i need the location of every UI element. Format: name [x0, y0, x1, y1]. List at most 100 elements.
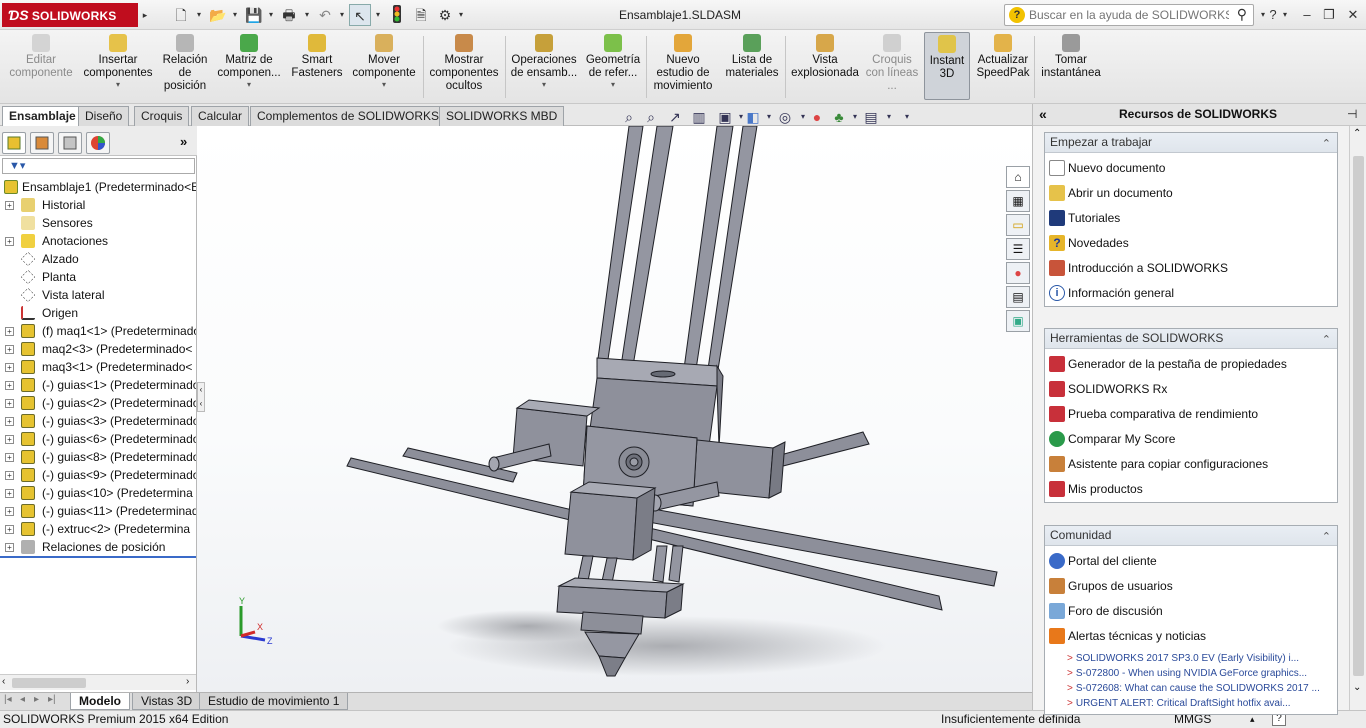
exploded-view-button[interactable]: Vista explosionada [788, 34, 862, 100]
expand-icon[interactable]: + [5, 345, 14, 354]
appearances-tab-icon[interactable]: ● [1006, 262, 1030, 284]
tab-mbd[interactable]: SOLIDWORKS MBD [439, 106, 565, 126]
insert-components-button[interactable]: Insertar componentes ▾ [80, 34, 156, 100]
expand-icon[interactable]: + [5, 381, 14, 390]
section-view-icon[interactable]: ▥ [690, 108, 708, 126]
link-introduction[interactable]: Introducción a SOLIDWORKS [1049, 257, 1334, 279]
help-search-input[interactable] [1029, 7, 1229, 23]
tree-node[interactable]: Vista lateral [0, 286, 196, 304]
tree-node[interactable]: + (-) guias<1> (Predeterminado [0, 376, 196, 394]
next-tab-icon[interactable]: ▸ [34, 694, 39, 705]
open-dropdown-icon[interactable]: ▾ [230, 4, 240, 26]
panel-header[interactable]: Comunidad ⌃ [1045, 526, 1337, 546]
tree-node[interactable]: + Relaciones de posición [0, 538, 196, 556]
tree-node[interactable]: + (-) guias<8> (Predeterminado [0, 448, 196, 466]
expand-icon[interactable]: + [5, 489, 14, 498]
solidworks-forum-tab-icon[interactable]: ▣ [1006, 310, 1030, 332]
tree-node[interactable]: Planta [0, 268, 196, 286]
view-palette-tab-icon[interactable]: ☰ [1006, 238, 1030, 260]
tree-node[interactable]: + (-) guias<11> (Predeterminado [0, 502, 196, 520]
panel-header[interactable]: Herramientas de SOLIDWORKS ⌃ [1045, 329, 1337, 349]
select-icon[interactable]: ↖ [349, 4, 371, 26]
link-tech-alerts[interactable]: Alertas técnicas y noticias [1049, 625, 1334, 647]
search-icon[interactable]: ⚲ [1237, 6, 1247, 23]
reference-geometry-button[interactable]: Geometría de refer... ▾ [582, 34, 644, 100]
news-link[interactable]: > S-072608: What can cause the SOLIDWORKS… [1067, 681, 1320, 696]
mate-button[interactable]: Relación de posición [158, 34, 212, 100]
news-link[interactable]: > S-072800 - When using NVIDIA GeForce gr… [1067, 666, 1307, 681]
tree-node[interactable]: + (-) extruc<2> (Predetermina [0, 520, 196, 538]
appearance-icon[interactable]: ● [808, 108, 826, 126]
new-dropdown-icon[interactable]: ▾ [194, 4, 204, 26]
resources-tab-icon[interactable]: ⌂ [1006, 166, 1030, 188]
expand-icon[interactable]: + [5, 525, 14, 534]
expand-icon[interactable]: + [5, 507, 14, 516]
feature-manager-tab[interactable] [2, 132, 26, 154]
component-pattern-button[interactable]: Matriz de componen... ▾ [214, 34, 284, 100]
link-compare-score[interactable]: Comparar My Score [1049, 428, 1334, 450]
undo-dropdown-icon[interactable]: ▾ [337, 4, 347, 26]
scroll-right-icon[interactable]: › [186, 676, 189, 687]
help-dropdown-icon[interactable]: ▾ [1280, 5, 1290, 25]
minimize-icon[interactable]: – [1296, 5, 1318, 25]
options-icon[interactable]: ⚙ [434, 4, 456, 26]
assembly-model[interactable]: Y Z X [197, 126, 1032, 692]
link-tutorials[interactable]: Tutoriales [1049, 207, 1334, 229]
link-open-document[interactable]: Abrir un documento [1049, 182, 1334, 204]
explode-line-sketch-button[interactable]: Croquis con líneas ... [864, 34, 920, 100]
restore-icon[interactable]: ❐ [1318, 5, 1340, 25]
view-settings-icon[interactable]: ▤ [862, 108, 880, 126]
link-solidworks-rx[interactable]: SOLIDWORKS Rx [1049, 378, 1334, 400]
tree-node[interactable]: + (-) guias<9> (Predeterminado [0, 466, 196, 484]
link-new-document[interactable]: Nuevo documento [1049, 157, 1334, 179]
tree-node[interactable]: + maq3<1> (Predeterminado< [0, 358, 196, 376]
scroll-thumb[interactable] [12, 678, 86, 688]
tree-node[interactable]: + Historial [0, 196, 196, 214]
help-search[interactable]: ? ⚲ [1004, 4, 1254, 26]
edit-component-button[interactable]: Editar componente [4, 34, 78, 100]
expand-icon[interactable]: + [5, 201, 14, 210]
link-benchmark[interactable]: Prueba comparativa de rendimiento [1049, 403, 1334, 425]
tree-node[interactable]: + (-) guias<2> (Predeterminado [0, 394, 196, 412]
rebuild-icon[interactable] [387, 4, 407, 26]
update-speedpak-button[interactable]: Actualizar SpeedPak [974, 34, 1032, 100]
link-property-tab-builder[interactable]: Generador de la pestaña de propiedades [1049, 353, 1334, 375]
expand-icon[interactable]: + [5, 399, 14, 408]
collapse-icon[interactable]: ⌃ [1322, 331, 1331, 350]
tree-node[interactable]: + Anotaciones [0, 232, 196, 250]
link-customer-portal[interactable]: Portal del cliente [1049, 550, 1334, 572]
link-overview[interactable]: i Información general [1049, 282, 1334, 304]
instant3d-button[interactable]: Instant 3D [924, 32, 970, 100]
display-manager-tab[interactable] [86, 132, 110, 154]
print-dropdown-icon[interactable]: ▾ [302, 4, 312, 26]
tree-node[interactable]: Alzado [0, 250, 196, 268]
tree-filter[interactable]: ▼▾ [2, 158, 195, 174]
expand-icon[interactable]: + [5, 363, 14, 372]
tree-node[interactable]: + (f) maq1<1> (Predeterminado [0, 322, 196, 340]
tree-node[interactable]: Origen [0, 304, 196, 322]
expand-icon[interactable]: + [5, 435, 14, 444]
show-hidden-button[interactable]: Mostrar componentes ocultos [426, 34, 502, 100]
options-dropdown-icon[interactable]: ▾ [456, 4, 466, 26]
configuration-manager-tab[interactable] [58, 132, 82, 154]
graphics-area[interactable]: Y Z X ‹ ‹ [197, 126, 1032, 692]
tree-node[interactable]: + (-) guias<10> (Predetermina [0, 484, 196, 502]
tab-calcular[interactable]: Calcular [191, 106, 250, 126]
scroll-down-icon[interactable]: ⌄ [1353, 682, 1361, 693]
take-snapshot-button[interactable]: Tomar instantánea [1038, 34, 1104, 100]
link-forum[interactable]: Foro de discusión [1049, 600, 1334, 622]
prev-tab-icon[interactable]: ◂ [20, 694, 25, 705]
panel-header[interactable]: Empezar a trabajar ⌃ [1045, 133, 1337, 153]
save-dropdown-icon[interactable]: ▾ [266, 4, 276, 26]
tab-ensamblaje[interactable]: Ensamblaje [2, 106, 83, 126]
tree-node[interactable]: + (-) guias<6> (Predeterminado [0, 430, 196, 448]
link-my-products[interactable]: Mis productos [1049, 478, 1334, 500]
task-pane-scrollbar[interactable]: ⌃ ⌄ [1349, 126, 1366, 710]
collapse-icon[interactable]: ⌃ [1322, 135, 1331, 154]
scroll-up-icon[interactable]: ⌃ [1353, 128, 1361, 139]
new-document-icon[interactable]: 🗋 [170, 4, 192, 26]
assembly-features-button[interactable]: Operaciones de ensamb... ▾ [508, 34, 580, 100]
zoom-area-icon[interactable]: ⌕ [642, 108, 660, 126]
scroll-left-icon[interactable]: ‹ [2, 676, 5, 687]
print-icon[interactable]: 🖶 [278, 4, 300, 26]
